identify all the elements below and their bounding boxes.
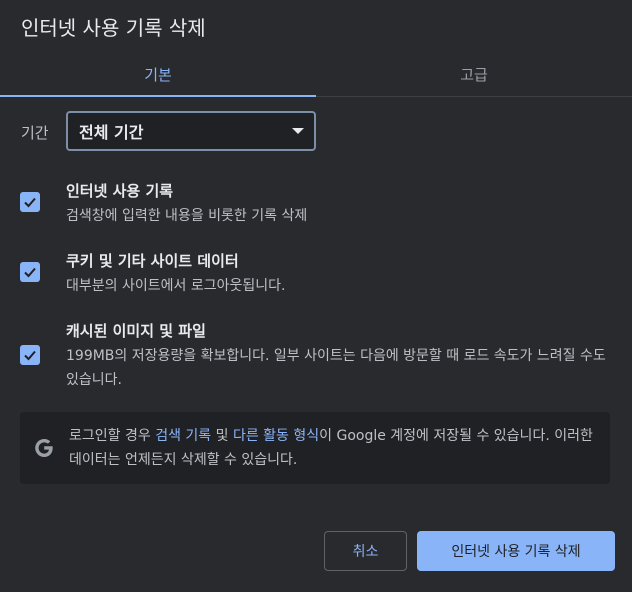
time-range-value: 전체 기간 [79,123,144,142]
option-description: 대부분의 사이트에서 로그아웃됩니다. [66,278,286,294]
dialog-title: 인터넷 사용 기록 삭제 [21,16,206,40]
notice-text: 로그인할 경우 검색 기록 및 다른 활동 형식이 Google 계정에 저장될… [69,424,599,472]
checkmark-icon [24,197,36,208]
checkmark-icon [24,267,36,278]
time-range-select[interactable]: 전체 기간 [66,111,316,151]
google-g-icon [35,439,53,457]
other-activity-link[interactable]: 다른 활동 형식 [233,428,319,444]
notice-text-part: 및 [211,428,233,444]
dropdown-arrow-icon [292,128,304,134]
checkmark-icon [24,350,36,361]
option-title: 쿠키 및 기타 사이트 데이터 [66,252,239,270]
search-history-link[interactable]: 검색 기록 [155,428,211,444]
option-title: 캐시된 이미지 및 파일 [66,322,206,340]
tab-bar: 기본 고급 [0,52,632,97]
clear-data-button[interactable]: 인터넷 사용 기록 삭제 [417,531,615,571]
tab-basic[interactable]: 기본 [0,52,316,96]
cancel-button[interactable]: 취소 [324,531,407,571]
tab-advanced[interactable]: 고급 [316,52,632,96]
option-description: 검색창에 입력한 내용을 비롯한 기록 삭제 [66,208,308,224]
time-range-label: 기간 [21,124,49,142]
cookies-checkbox[interactable] [20,262,40,282]
option-title: 인터넷 사용 기록 [66,182,174,200]
option-description: 199MB의 저장용량을 확보합니다. 일부 사이트는 다음에 방문할 때 로드… [66,348,606,388]
notice-text-part: 로그인할 경우 [69,428,156,444]
google-account-notice: 로그인할 경우 검색 기록 및 다른 활동 형식이 Google 계정에 저장될… [20,412,610,484]
browsing-history-checkbox[interactable] [20,192,40,212]
active-tab-indicator [0,95,316,97]
cache-checkbox[interactable] [20,345,40,365]
